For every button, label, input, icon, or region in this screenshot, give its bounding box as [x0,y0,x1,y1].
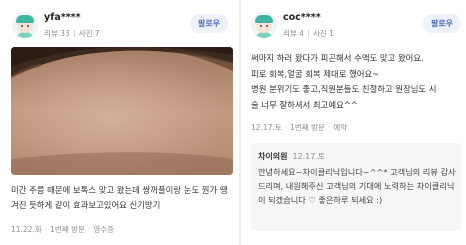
card-divider [239,0,241,245]
follow-button[interactable]: 팔로우 [423,14,461,33]
user-stats: 리뷰 33 사진 7 [44,28,100,39]
user-stats: 리뷰 4 사진 1 [283,28,334,39]
review-text-line: 병원 분위기도 좋고,직원분들도 친절하고 원장님도 시 [251,84,437,94]
review-date: 11.22.화 [11,225,42,234]
review-meta: 12.17.토 · 1번째 방문 · 예약 [251,123,348,132]
photo-count: 사진 1 [312,29,334,38]
user-name[interactable]: yfa**** [44,12,81,23]
forehead-photo-image [11,47,233,175]
verification-type: 예약 [333,123,348,132]
user-avatar[interactable] [12,12,38,38]
review-text-line: 술 너무 잘하셔서 최고예요^^ [251,99,358,110]
review-text[interactable]: 미간 주름 때문에 보톡스 맞고 왔는데 쌍꺼풀이랑 눈도 뭔가 땡겨진 듯하게… [11,183,233,213]
verification-type: 영수증 [93,225,115,234]
review-text-line: 피로 회복,얼굴 회복 제대로 했어요~ [251,68,380,79]
review-count: 리뷰 4 [283,29,304,38]
reply-author: 차이의원 [258,152,288,161]
user-avatar[interactable] [251,12,277,38]
separator [307,30,309,37]
review-date: 12.17.토 [251,123,282,132]
visit-count: 1번째 방문 [290,123,325,132]
follow-button[interactable]: 팔로우 [190,14,228,33]
photo-count: 사진 7 [78,29,100,38]
review-meta: 11.22.화 · 1번째 방문 · 영수증 [11,225,115,234]
review-text[interactable]: 써마지 하러 왔다가 피곤해서 수액도 맞고 왔어요. 피로 회복,얼굴 회복 … [251,51,465,113]
user-name[interactable]: coc**** [283,12,321,23]
reply-text: 안녕하세요~차이클리닉입니다~^^* 고객님의 리뷰 감사드리며, 내원해주신 … [258,167,456,205]
reply-header: 차이의원 12.17.토 [258,151,325,162]
separator [73,30,75,37]
reply-date: 12.17.토 [292,152,326,161]
visit-count: 1번째 방문 [50,225,85,234]
review-count: 리뷰 33 [44,29,70,38]
review-text-line: 써마지 하러 왔다가 피곤해서 수액도 맞고 왔어요. [251,53,424,63]
review-photo[interactable] [11,47,233,175]
